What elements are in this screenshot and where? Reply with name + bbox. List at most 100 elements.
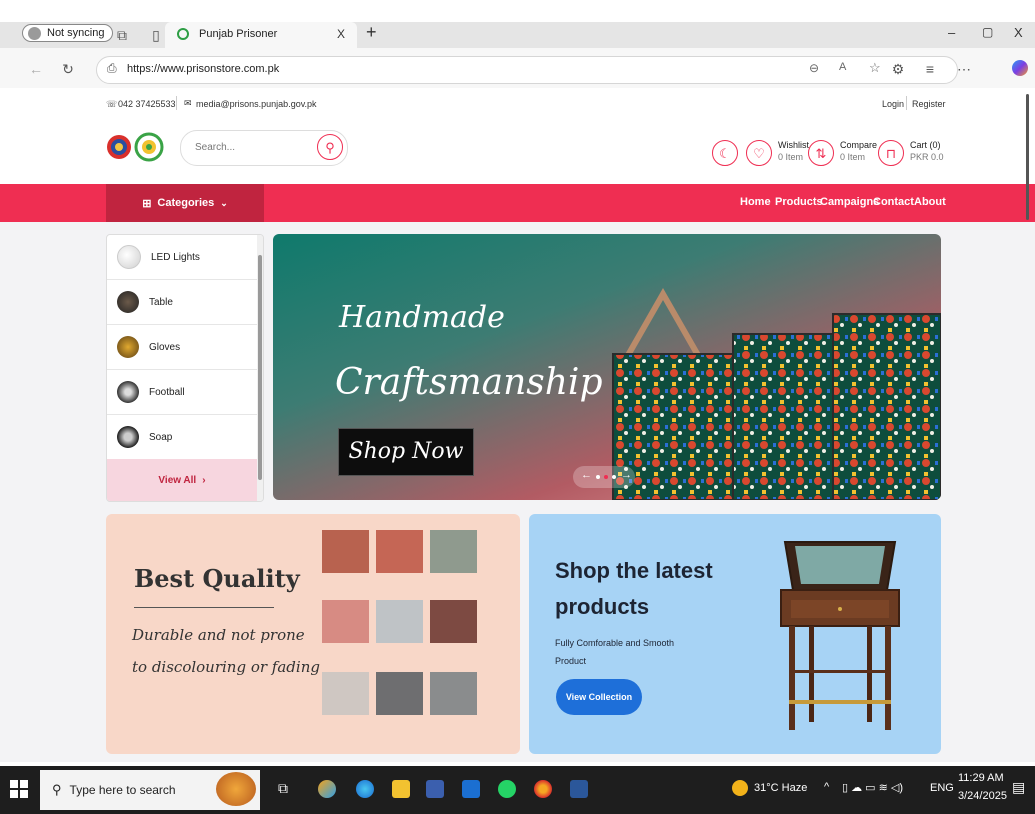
refresh-icon[interactable]: ↻ [58, 59, 78, 79]
category-label: LED Lights [151, 251, 200, 263]
weather-text[interactable]: 31°C Haze [754, 782, 807, 794]
cart-label: Cart (0) [910, 140, 941, 150]
search-button[interactable]: ⚲ [317, 134, 343, 160]
cart-amount: PKR 0.0 [910, 152, 944, 162]
search-input[interactable]: Search... ⚲ [180, 130, 348, 166]
profile-button[interactable]: Not syncing [22, 24, 114, 42]
view-collection-button[interactable]: View Collection [556, 679, 642, 715]
slider-dot[interactable] [612, 475, 616, 479]
category-item-gloves[interactable]: Gloves [107, 325, 257, 370]
copilot-icon[interactable] [1012, 60, 1028, 76]
site-header: Search... ⚲ ☾ ♡ Wishlist 0 Item ⇅ Compar… [0, 120, 1035, 184]
task-view-icon[interactable]: ⧉ [278, 780, 288, 797]
chevron-up-icon[interactable]: ^ [824, 781, 829, 793]
category-list: LED Lights Table Gloves Football Soap Vi… [106, 234, 264, 502]
category-item-led-lights[interactable]: LED Lights [107, 235, 257, 280]
tab-close-button[interactable]: X [337, 27, 345, 41]
chrome-icon[interactable] [534, 780, 552, 798]
shopping-bag-icon: ⊓ [885, 146, 897, 161]
back-arrow-icon[interactable]: ← [26, 59, 46, 79]
file-explorer-icon[interactable] [392, 780, 410, 798]
store-icon[interactable] [426, 780, 444, 798]
soap-thumbnail [117, 426, 139, 448]
word-icon[interactable] [570, 780, 588, 798]
category-item-table[interactable]: Table [107, 280, 257, 325]
nav-home[interactable]: Home [740, 196, 771, 208]
search-placeholder: Search... [195, 142, 236, 153]
new-tab-button[interactable]: + [366, 22, 377, 43]
shop-now-button[interactable]: Shop Now [338, 428, 474, 476]
edge-icon[interactable] [356, 780, 374, 798]
url-field[interactable]: ⎙ https://www.prisonstore.com.pk ⊖ A ☆ [96, 56, 958, 84]
clock-time[interactable]: 11:29 AM [958, 772, 1004, 784]
email-link[interactable]: media@prisons.punjab.gov.pk [196, 99, 317, 109]
nav-campaigns[interactable]: Campaigns [820, 196, 879, 208]
category-item-soap[interactable]: Soap [107, 415, 257, 460]
window-close-button[interactable]: X [1014, 25, 1023, 40]
weather-sun-icon[interactable] [732, 780, 748, 796]
heart-icon: ♡ [753, 146, 765, 161]
promo-desc-line1: Fully Comforable and Smooth [555, 638, 675, 648]
gloves-thumbnail [117, 336, 139, 358]
nav-products[interactable]: Products [775, 196, 823, 208]
more-menu-icon[interactable]: ⋯ [954, 59, 974, 79]
slider-prev-icon[interactable]: ← [581, 469, 592, 481]
tab-actions-icon[interactable]: ▯ [146, 25, 166, 45]
workspaces-icon[interactable]: ⧉ [112, 25, 132, 45]
whatsapp-icon[interactable] [498, 780, 516, 798]
copilot-taskbar-icon[interactable] [318, 780, 336, 798]
table-thumbnail [117, 291, 139, 313]
paver-tile-image [430, 672, 477, 715]
search-highlight-icon[interactable] [216, 772, 256, 806]
embroidered-bags-image [612, 287, 941, 500]
outlook-icon[interactable] [462, 780, 480, 798]
promo-title-line2: products [555, 594, 650, 619]
notifications-icon[interactable]: ▤ [1012, 779, 1025, 796]
restore-button[interactable]: ▢ [982, 25, 993, 39]
rehabilitation-logo [134, 132, 164, 162]
chevron-right-icon: › [202, 474, 206, 486]
nav-about[interactable]: About [914, 196, 946, 208]
promo-title-line1: Shop the latest [555, 558, 713, 583]
register-link[interactable]: Register [912, 99, 946, 109]
categories-button[interactable]: ⊞ Categories ⌄ [106, 184, 264, 222]
windows-start-icon[interactable] [10, 780, 28, 798]
favorite-star-icon[interactable]: ☆ [869, 60, 881, 76]
view-all-button[interactable]: View All › [107, 459, 257, 501]
minimize-button[interactable]: – [948, 25, 955, 40]
category-label: Football [149, 386, 185, 398]
paver-tile-image [376, 600, 423, 643]
category-scrollbar-thumb[interactable] [258, 255, 262, 480]
paver-tile-image [376, 672, 423, 715]
promo-latest-products[interactable]: Shop the latest products Fully Comforabl… [529, 514, 941, 754]
punjab-prisons-logo[interactable] [106, 134, 132, 160]
slider-dot[interactable] [596, 475, 600, 479]
divider [906, 96, 907, 110]
slider-dot-active[interactable] [604, 475, 608, 479]
football-thumbnail [117, 381, 139, 403]
hero-title-line2: Craftsmanship [335, 362, 603, 403]
taskbar-search-placeholder: Type here to search [69, 783, 176, 797]
led-light-thumbnail [117, 245, 141, 269]
extensions-icon[interactable]: ⚙ [888, 59, 908, 79]
promo-subtitle-line1: Durable and not prone [132, 626, 305, 644]
tab-punjab-prisoner[interactable]: Punjab Prisoner X [165, 22, 357, 48]
read-aloud-icon[interactable]: A [839, 61, 846, 73]
zoom-icon[interactable]: ⊖ [809, 61, 819, 75]
language-indicator[interactable]: ENG [930, 782, 954, 794]
divider [176, 96, 177, 110]
nav-contact[interactable]: Contact [873, 196, 914, 208]
phone-number[interactable]: 042 37425533 [118, 99, 176, 109]
login-link[interactable]: Login [882, 99, 904, 109]
search-icon: ⚲ [325, 140, 335, 155]
dark-mode-toggle[interactable]: ☾ [712, 140, 738, 166]
system-tray-icons[interactable]: ▯ ☁ ▭ ≋ ◁) [842, 781, 903, 794]
paver-tile-image [322, 672, 369, 715]
clock-date[interactable]: 3/24/2025 [958, 790, 1007, 802]
category-item-football[interactable]: Football [107, 370, 257, 415]
promo-best-quality[interactable]: Best Quality Durable and not prone to di… [106, 514, 520, 754]
slider-next-icon[interactable]: → [621, 469, 632, 481]
favorites-icon[interactable]: ≡ [920, 59, 940, 79]
category-label: Gloves [149, 341, 181, 353]
page-scrollbar-thumb[interactable] [1026, 94, 1029, 220]
